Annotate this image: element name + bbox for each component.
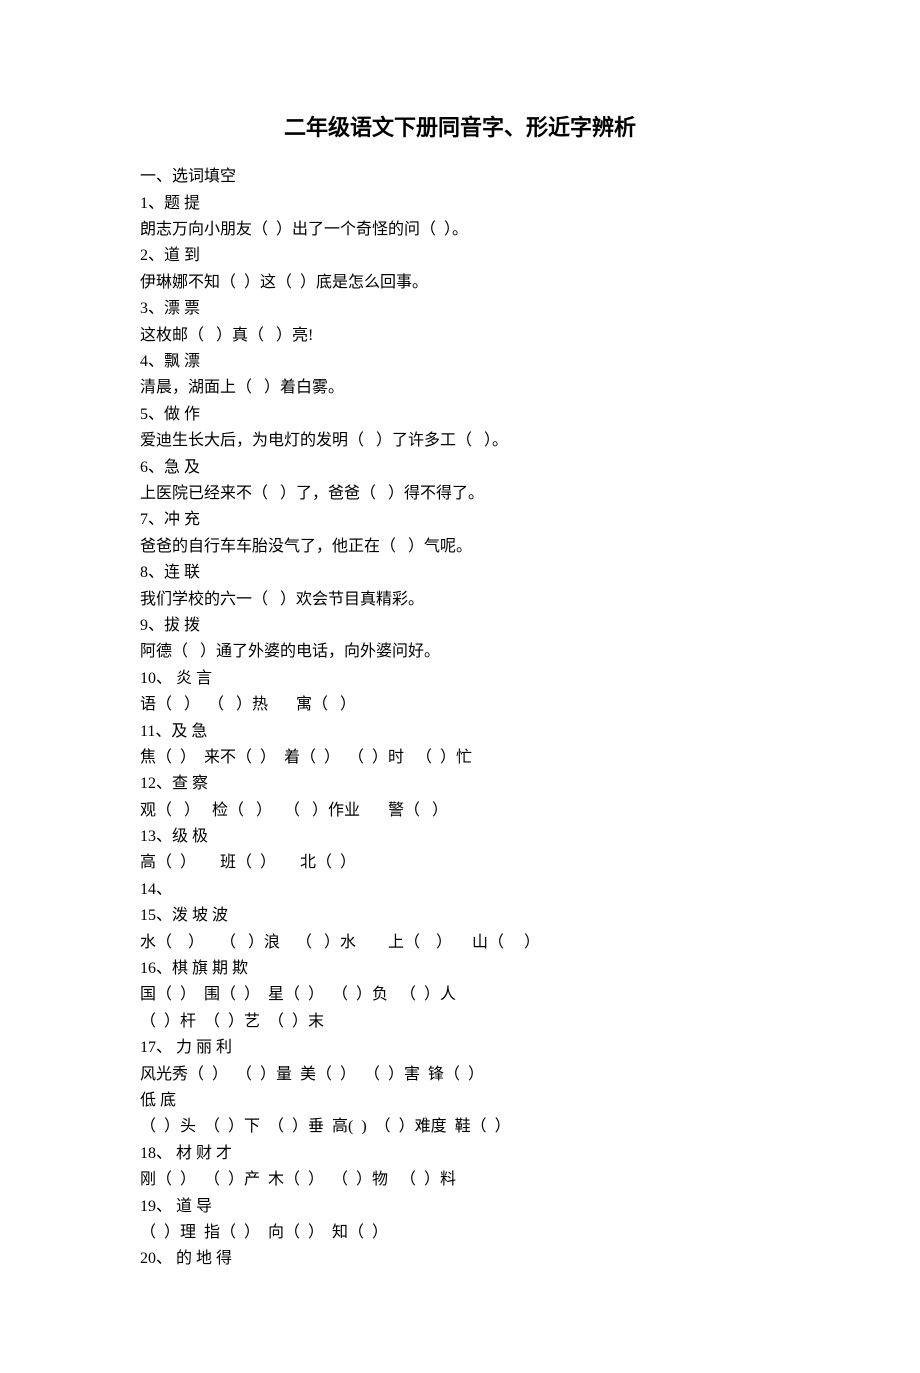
item-number: 10、 — [140, 670, 172, 687]
item-number: 20、 — [140, 1250, 172, 1267]
item-label: 做 作 — [164, 406, 200, 423]
item-number: 1、 — [140, 195, 164, 212]
item-label: 泼 坡 波 — [172, 907, 228, 924]
item-label: 棋 旗 期 欺 — [172, 960, 248, 977]
item-sentence: （ ）头 （ ）下 （ ）垂 高( ) （ ）难度 鞋（ ） — [140, 1114, 780, 1140]
item-sentence: 焦（ ） 来不（ ） 着（ ） （ ）时 （ ）忙 — [140, 745, 780, 771]
items-container: 1、题 提朗志万向小朋友（ ）出了一个奇怪的问（ ）。2、道 到伊琳娜不知（ ）… — [140, 191, 780, 1273]
item-number: 6、 — [140, 459, 164, 476]
item-number: 8、 — [140, 564, 164, 581]
item-header: 6、急 及 — [140, 455, 780, 481]
item-number: 9、 — [140, 617, 164, 634]
item-label: 查 察 — [172, 775, 208, 792]
item-header: 8、连 联 — [140, 560, 780, 586]
item-label: 冲 充 — [164, 511, 200, 528]
item-number: 18、 — [140, 1145, 172, 1162]
item-sentence: 阿德（ ）通了外婆的电话，向外婆问好。 — [140, 639, 780, 665]
item-number: 19、 — [140, 1198, 172, 1215]
item-header: 3、漂 票 — [140, 296, 780, 322]
item-header: 14、 — [140, 877, 780, 903]
item-header: 16、棋 旗 期 欺 — [140, 956, 780, 982]
item-sentence: 上医院已经来不（ ）了，爸爸（ ）得不得了。 — [140, 481, 780, 507]
item-sentence: 爱迪生长大后，为电灯的发明（ ）了许多工（ ）。 — [140, 428, 780, 454]
item-number: 12、 — [140, 775, 172, 792]
item-header: 17、 力 丽 利 — [140, 1035, 780, 1061]
item-number: 17、 — [140, 1039, 172, 1056]
item-header: 5、做 作 — [140, 402, 780, 428]
item-header: 12、查 察 — [140, 771, 780, 797]
item-sentence: （ ）理 指（ ） 向（ ） 知（ ） — [140, 1220, 780, 1246]
item-header: 11、及 急 — [140, 719, 780, 745]
item-sentence: 高（ ） 班（ ） 北（ ） — [140, 850, 780, 876]
item-label: 拔 拨 — [164, 617, 200, 634]
item-header: 20、 的 地 得 — [140, 1246, 780, 1272]
item-header: 7、冲 充 — [140, 507, 780, 533]
item-header: 1、题 提 — [140, 191, 780, 217]
worksheet-page: 二年级语文下册同音字、形近字辨析 一、选词填空 1、题 提朗志万向小朋友（ ）出… — [0, 0, 920, 1373]
item-number: 15、 — [140, 907, 172, 924]
item-sentence: 语（ ） （ ）热 寓（ ） — [140, 692, 780, 718]
item-header: 4、飘 漂 — [140, 349, 780, 375]
item-number: 13、 — [140, 828, 172, 845]
item-sentence: 朗志万向小朋友（ ）出了一个奇怪的问（ ）。 — [140, 217, 780, 243]
item-sentence: 我们学校的六一（ ）欢会节目真精彩。 — [140, 587, 780, 613]
page-title: 二年级语文下册同音字、形近字辨析 — [140, 110, 780, 146]
item-sentence: 伊琳娜不知（ ）这（ ）底是怎么回事。 — [140, 270, 780, 296]
item-label: 及 急 — [171, 723, 207, 740]
item-sentence: 水（ ） （ ）浪 （ ）水 上（ ） 山（ ） — [140, 930, 780, 956]
item-label: 连 联 — [164, 564, 200, 581]
item-label: 漂 票 — [164, 300, 200, 317]
item-number: 16、 — [140, 960, 172, 977]
item-number: 2、 — [140, 247, 164, 264]
item-sentence: （ ）杆 （ ）艺 （ ）末 — [140, 1009, 780, 1035]
item-sentence: 低 底 — [140, 1088, 780, 1114]
item-header: 18、 材 财 才 — [140, 1141, 780, 1167]
item-number: 7、 — [140, 511, 164, 528]
item-number: 5、 — [140, 406, 164, 423]
item-label: 飘 漂 — [164, 353, 200, 370]
item-label: 题 提 — [164, 195, 200, 212]
item-label: 力 丽 利 — [172, 1039, 232, 1056]
item-number: 14、 — [140, 881, 172, 898]
item-sentence: 风光秀（ ） （ ）量 美（ ） （ ）害 锋（ ） — [140, 1062, 780, 1088]
item-number: 3、 — [140, 300, 164, 317]
item-sentence: 刚（ ） （ ）产 木（ ） （ ）物 （ ）料 — [140, 1167, 780, 1193]
item-header: 13、级 极 — [140, 824, 780, 850]
section-heading: 一、选词填空 — [140, 164, 780, 190]
item-label: 道 到 — [164, 247, 200, 264]
item-sentence: 爸爸的自行车车胎没气了，他正在（ ）气呢。 — [140, 534, 780, 560]
item-sentence: 观（ ） 检（ ） （ ）作业 警（ ） — [140, 798, 780, 824]
item-header: 10、 炎 言 — [140, 666, 780, 692]
item-sentence: 这枚邮（ ）真（ ）亮! — [140, 323, 780, 349]
item-label: 材 财 才 — [172, 1145, 232, 1162]
item-sentence: 清晨，湖面上（ ）着白雾。 — [140, 375, 780, 401]
item-label: 道 导 — [172, 1198, 212, 1215]
item-header: 9、拔 拨 — [140, 613, 780, 639]
item-header: 2、道 到 — [140, 243, 780, 269]
item-number: 4、 — [140, 353, 164, 370]
item-header: 15、泼 坡 波 — [140, 903, 780, 929]
item-label: 的 地 得 — [172, 1250, 232, 1267]
item-sentence: 国（ ） 围（ ） 星（ ） （ ）负 （ ）人 — [140, 982, 780, 1008]
item-number: 11、 — [140, 723, 171, 740]
item-header: 19、 道 导 — [140, 1194, 780, 1220]
item-label: 炎 言 — [172, 670, 212, 687]
item-label: 级 极 — [172, 828, 208, 845]
item-label: 急 及 — [164, 459, 200, 476]
